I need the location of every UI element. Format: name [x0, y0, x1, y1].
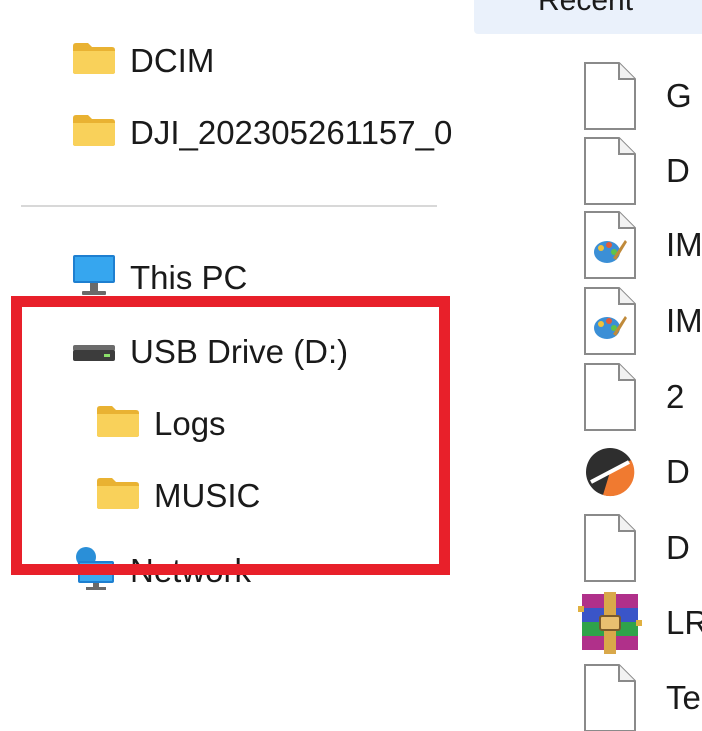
nav-item-network[interactable]: Network: [72, 545, 251, 595]
file-row[interactable]: IM: [578, 284, 702, 358]
blank-file-icon: [578, 360, 642, 434]
file-row[interactable]: IM: [578, 208, 702, 282]
nav-item-label: DCIM: [130, 41, 215, 79]
nav-item-label: DJI_202305261157_0: [130, 113, 453, 151]
file-row[interactable]: D: [578, 435, 702, 509]
nav-item-label: Logs: [154, 404, 226, 442]
file-explorer-window: DCIM DJI_202305261157_0 This PC USB Driv…: [0, 0, 702, 731]
folder-icon: [96, 476, 140, 515]
nav-item-label: Network: [130, 551, 252, 589]
file-name: D: [666, 453, 690, 490]
navigation-pane: DCIM DJI_202305261157_0 This PC USB Driv…: [0, 0, 462, 731]
file-row[interactable]: 2: [578, 360, 702, 434]
network-icon: [72, 545, 116, 595]
file-row[interactable]: Te: [578, 661, 702, 731]
file-name: D: [666, 152, 690, 189]
nav-item-music[interactable]: MUSIC: [96, 470, 260, 520]
nav-item-dcim[interactable]: DCIM: [72, 35, 214, 85]
nav-item-logs[interactable]: Logs: [96, 398, 226, 448]
file-name: 2: [666, 378, 685, 415]
blank-file-icon: [578, 134, 642, 208]
nav-item-label: USB Drive (D:): [130, 332, 349, 370]
nav-item-label: MUSIC: [154, 476, 261, 514]
nav-divider: [21, 205, 437, 207]
blank-file-icon: [578, 661, 642, 731]
file-name: G: [666, 77, 692, 114]
file-row[interactable]: LR: [578, 586, 702, 660]
archive-file-icon: [578, 586, 642, 660]
file-name: LR: [666, 604, 702, 641]
file-name: IM: [666, 226, 702, 263]
file-name: IM: [666, 302, 702, 339]
folder-icon: [72, 113, 116, 152]
nav-item-dji-folder[interactable]: DJI_202305261157_0: [72, 107, 462, 157]
image-file-icon: [578, 208, 642, 282]
section-header-label: Recent: [538, 0, 634, 17]
monitor-icon: [72, 253, 116, 302]
file-name: Te: [666, 679, 701, 716]
file-name: D: [666, 529, 690, 566]
blank-file-icon: [578, 59, 642, 133]
file-row[interactable]: D: [578, 511, 702, 585]
file-row[interactable]: G: [578, 59, 702, 133]
blank-file-icon: [578, 511, 642, 585]
app-file-icon: [578, 435, 642, 509]
nav-item-label: This PC: [130, 258, 248, 296]
image-file-icon: [578, 284, 642, 358]
drive-icon: [72, 335, 116, 368]
folder-icon: [96, 404, 140, 443]
nav-item-usb-drive[interactable]: USB Drive (D:): [72, 326, 348, 376]
content-pane: Recent G D IM IM 2 D D LR Te: [462, 0, 702, 731]
recent-section-header[interactable]: Recent: [474, 0, 702, 34]
folder-icon: [72, 41, 116, 80]
nav-item-this-pc[interactable]: This PC: [72, 252, 247, 302]
file-row[interactable]: D: [578, 134, 702, 208]
